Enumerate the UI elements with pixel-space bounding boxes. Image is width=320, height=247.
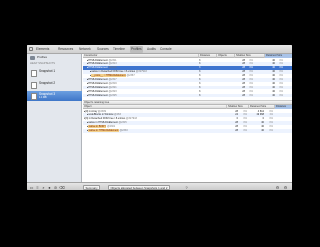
column-object[interactable]: Object (83, 105, 226, 109)
object-label: HTMLDivElement (88, 85, 108, 89)
object-id: @2315 (108, 66, 117, 70)
column-shallow-size[interactable]: Shallow Size (226, 105, 248, 109)
object-id: @327943 (135, 70, 147, 74)
object-label: native in Detached DOM tree / 8 entries (91, 70, 136, 74)
object-name: ▸native in HTMLDivElement @2333 (87, 129, 224, 133)
object-label: __proto__ :: HTMLDivElement (91, 74, 126, 78)
heap-snapshots-heading: HEAP SNAPSHOTS (30, 62, 56, 65)
object-label: nodeBlocks in Window (88, 113, 114, 117)
tab-elements[interactable]: Elements (36, 46, 49, 53)
object-id: @2317 (108, 78, 117, 81)
retainers-table-header: Object Shallow Size Retained Size Distan… (83, 105, 292, 109)
tab-network[interactable]: Network (79, 46, 91, 53)
devtools-toolbar: Elements Resources Network Sources Timel… (27, 45, 292, 54)
column-objects[interactable]: Objects (216, 54, 234, 58)
retained-size-value: 40 (261, 129, 264, 132)
object-id: @283 (114, 113, 121, 117)
object-label: native in HTMLDivElement (88, 121, 118, 125)
object-label: HTMLDivElement (88, 78, 108, 81)
shallow-size-percent: 0% (249, 93, 253, 97)
profiles-sidebar: Profiles HEAP SNAPSHOTS Snapshot 1 Snaps… (27, 54, 82, 182)
tab-timeline[interactable]: Timeline (113, 46, 125, 53)
shallow-size-value: 28 (235, 129, 238, 132)
column-constructor[interactable]: Constructor (83, 54, 198, 58)
object-label: HTMLDivElement (88, 81, 108, 85)
object-label: HTMLDivElement (88, 93, 108, 97)
snapshot-label: Snapshot 2 (39, 81, 56, 85)
snapshot-size: 1.1 MB (39, 96, 47, 99)
object-id: @2301 (107, 125, 116, 129)
snapshot-item-1[interactable]: Snapshot 1 (27, 68, 82, 78)
column-shallow-size[interactable]: Shallow Size (234, 54, 264, 58)
retained-size-percent: 0% (279, 93, 283, 97)
object-label: HTMLDivElement (88, 58, 108, 62)
object-id: @2333 (119, 129, 128, 132)
tab-sources[interactable]: Sources (97, 46, 109, 53)
object-id: @2319 (108, 81, 117, 85)
snapshot-icon (31, 92, 37, 100)
inspect-icon[interactable] (29, 47, 33, 51)
object-id: @2321 (108, 85, 117, 89)
object-id: @2309 (97, 109, 107, 113)
retained-size-value: 40 (272, 93, 275, 97)
retained-size-percent: 0% (269, 129, 273, 132)
view-select[interactable]: Summary (83, 184, 100, 190)
shallow-size-percent: 0% (243, 129, 247, 132)
object-id: @2325 (108, 93, 117, 97)
object-id: @2311 (108, 58, 117, 62)
object-id: @2367 (126, 74, 135, 78)
tab-audits[interactable]: Audits (147, 46, 156, 53)
dock-icon[interactable]: ▭ (29, 185, 34, 190)
console-icon[interactable]: ≡ (35, 185, 40, 190)
snapshot-item-3[interactable]: Snapshot 3 1.1 MB (27, 91, 82, 101)
constructor-row[interactable]: ▸HTMLDivElement @2325 3 28 0% 40 0% (83, 93, 292, 98)
column-distance[interactable]: Distance (198, 54, 216, 58)
search-icon[interactable]: ⌕ (41, 185, 46, 190)
snapshot-label: Snapshot 1 (39, 69, 56, 73)
profiles-label[interactable]: Profiles (37, 55, 47, 59)
tab-console[interactable]: Console (160, 46, 172, 53)
heap-snapshot-view: Constructor Distance Objects Shallow Siz… (83, 54, 292, 182)
object-label: [0] in Array (85, 109, 98, 113)
object-label: [3] in Detached DOM tree / 8 entries (85, 117, 126, 121)
devtools-window: Elements Resources Network Sources Timel… (27, 45, 292, 190)
object-name: ▸HTMLDivElement @2325 (87, 94, 196, 98)
snapshot-icon (31, 69, 37, 77)
object-id: @2313 (108, 62, 117, 66)
tab-resources[interactable]: Resources (58, 46, 73, 53)
gear-icon[interactable]: ⚙ (283, 185, 288, 190)
object-label: native in HTMLDivElement (88, 129, 119, 132)
object-label: HTMLDivElement (88, 62, 108, 66)
object-label: HTMLDivElement (88, 89, 108, 93)
object-label: native in BODY (88, 125, 107, 129)
constructor-table-header: Constructor Distance Objects Shallow Siz… (83, 54, 292, 58)
shallow-size-value: 28 (242, 93, 245, 97)
status-bar: ▭ ≡ ⌕ ● ⊘ ⌫ Summary Objects allocated be… (27, 182, 292, 190)
snapshot-icon (31, 81, 37, 89)
column-retained-size[interactable]: Retained Size (264, 54, 292, 58)
retainer-row[interactable]: ▸native in HTMLDivElement @2333 28 0% 40 0% (83, 129, 292, 133)
object-label: HTMLDivElement (88, 66, 108, 70)
object-id: @2323 (108, 89, 117, 93)
column-distance[interactable]: Distance (274, 105, 292, 109)
settings-icon[interactable]: ⚙ (275, 185, 280, 190)
profiles-icon (30, 56, 35, 60)
column-retained-size[interactable]: Retained Size (248, 105, 274, 109)
object-id: @2315 (118, 121, 127, 125)
snapshot-item-2[interactable]: Snapshot 2 (27, 80, 82, 90)
filter-select[interactable]: Objects allocated between Snapshots 1 an… (108, 184, 170, 190)
trash-icon[interactable]: ⌫ (59, 185, 65, 190)
record-icon[interactable]: ● (47, 185, 52, 190)
clear-icon[interactable]: ⊘ (53, 185, 58, 190)
tab-profiles[interactable]: Profiles (130, 46, 143, 53)
distance-value: 3 (199, 93, 201, 97)
object-id: @327943 (126, 117, 137, 121)
help-icon[interactable]: ? (184, 185, 189, 190)
